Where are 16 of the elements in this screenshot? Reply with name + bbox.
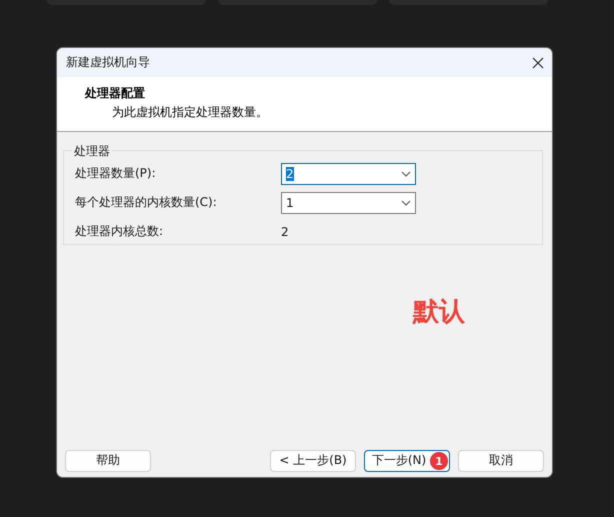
cancel-button[interactable]: 取消 xyxy=(458,450,544,472)
help-button[interactable]: 帮助 xyxy=(65,450,151,472)
field-label: 每个处理器的内核数量(C): xyxy=(75,194,218,211)
back-button[interactable]: < 上一步(B) xyxy=(270,450,356,472)
annotation-text: 默认 xyxy=(413,296,465,329)
chevron-down-icon xyxy=(401,200,411,206)
dropdown-field[interactable]: 2 xyxy=(281,162,416,184)
field-label: 处理器内核总数: xyxy=(75,223,164,240)
total-value: 2 xyxy=(281,224,289,238)
chevron-down-icon xyxy=(401,170,411,176)
window-title: 新建虚拟机向导 xyxy=(66,54,150,71)
close-icon[interactable] xyxy=(532,56,544,68)
dropdown-field[interactable]: 1 xyxy=(281,192,416,214)
field-label: 处理器数量(P): xyxy=(75,165,157,182)
page-title: 处理器配置 xyxy=(85,85,146,102)
page-subtitle: 为此虚拟机指定处理器数量。 xyxy=(112,104,269,121)
